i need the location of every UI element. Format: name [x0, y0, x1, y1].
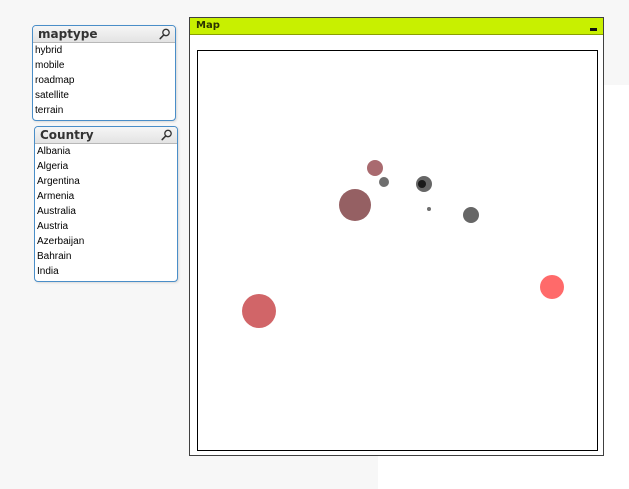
country-item-bahrain[interactable]: Bahrain — [35, 249, 177, 264]
country-listbox-title: Country — [40, 128, 94, 142]
country-list: Albania Algeria Argentina Armenia Australia A… — [35, 144, 177, 279]
map-marker[interactable] — [379, 177, 389, 187]
map-marker[interactable] — [540, 275, 564, 299]
map-marker[interactable] — [463, 207, 479, 223]
search-icon[interactable] — [161, 129, 173, 141]
map-marker[interactable] — [418, 180, 426, 188]
map-canvas[interactable] — [197, 50, 598, 451]
country-listbox-header: Country — [35, 127, 177, 144]
map-panel-header: Map — [190, 18, 603, 35]
country-item-armenia[interactable]: Armenia — [35, 189, 177, 204]
country-item-algeria[interactable]: Algeria — [35, 159, 177, 174]
country-item-azerbaijan[interactable]: Azerbaijan — [35, 234, 177, 249]
maptype-item-satellite[interactable]: satellite — [33, 88, 175, 103]
map-marker[interactable] — [427, 207, 431, 211]
maptype-item-hybrid[interactable]: hybrid — [33, 43, 175, 58]
map-panel: Map — [189, 17, 604, 456]
country-item-argentina[interactable]: Argentina — [35, 174, 177, 189]
maptype-listbox-header: maptype — [33, 26, 175, 43]
maptype-listbox-title: maptype — [38, 27, 98, 41]
minimize-icon[interactable] — [590, 28, 597, 31]
country-item-india[interactable]: India — [35, 264, 177, 279]
maptype-item-terrain[interactable]: terrain — [33, 103, 175, 118]
maptype-list: hybrid mobile roadmap satellite terrain — [33, 43, 175, 118]
maptype-item-roadmap[interactable]: roadmap — [33, 73, 175, 88]
maptype-listbox: maptype hybrid mobile roadmap satellite terr… — [32, 25, 176, 121]
map-plot — [242, 160, 564, 328]
country-item-australia[interactable]: Australia — [35, 204, 177, 219]
map-marker[interactable] — [242, 294, 276, 328]
maptype-item-mobile[interactable]: mobile — [33, 58, 175, 73]
search-icon[interactable] — [159, 28, 171, 40]
country-item-austria[interactable]: Austria — [35, 219, 177, 234]
map-marker[interactable] — [367, 160, 383, 176]
country-item-albania[interactable]: Albania — [35, 144, 177, 159]
country-listbox: Country Albania Algeria Argentina Armenia Au… — [34, 126, 178, 282]
map-panel-title: Map — [196, 20, 220, 31]
map-marker[interactable] — [339, 189, 371, 221]
